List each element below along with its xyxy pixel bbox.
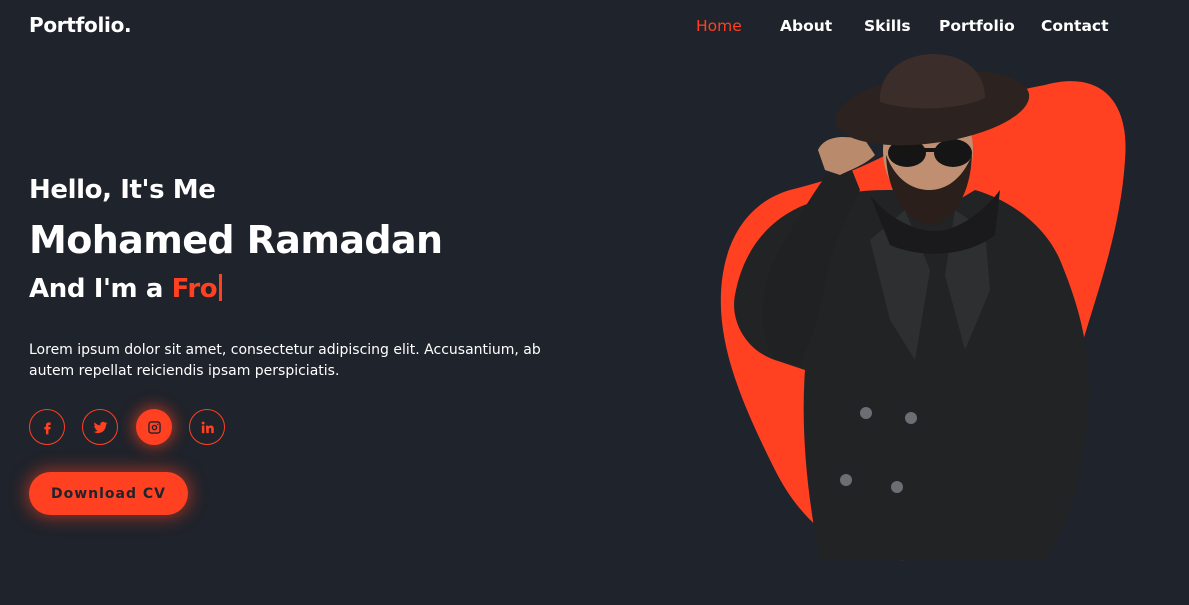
hero-greeting: Hello, It's Me <box>29 175 216 205</box>
nav-about[interactable]: About <box>780 17 832 35</box>
hero-description: Lorem ipsum dolor sit amet, consectetur … <box>29 342 541 379</box>
instagram-link[interactable] <box>136 409 172 445</box>
download-cv-button[interactable]: Download CV <box>29 472 188 515</box>
role-typed-text: Fro <box>171 274 218 304</box>
twitter-link[interactable] <box>82 409 118 445</box>
nav-home[interactable]: Home <box>696 17 742 35</box>
hero-name: Mohamed Ramadan <box>29 218 443 262</box>
twitter-icon <box>93 421 107 433</box>
instagram-icon <box>147 420 161 434</box>
nav-portfolio[interactable]: Portfolio <box>939 17 1015 35</box>
linkedin-icon <box>201 421 214 433</box>
linkedin-link[interactable] <box>189 409 225 445</box>
logo[interactable]: Portfolio. <box>29 13 132 37</box>
facebook-link[interactable] <box>29 409 65 445</box>
role-prefix: And I'm a <box>29 274 172 304</box>
nav-contact[interactable]: Contact <box>1041 17 1109 35</box>
nav-skills[interactable]: Skills <box>864 17 911 35</box>
hero-portrait-image <box>720 54 1126 561</box>
hero-role: And I'm a Fro <box>29 274 223 304</box>
typing-cursor <box>219 274 223 301</box>
facebook-icon <box>43 422 51 434</box>
